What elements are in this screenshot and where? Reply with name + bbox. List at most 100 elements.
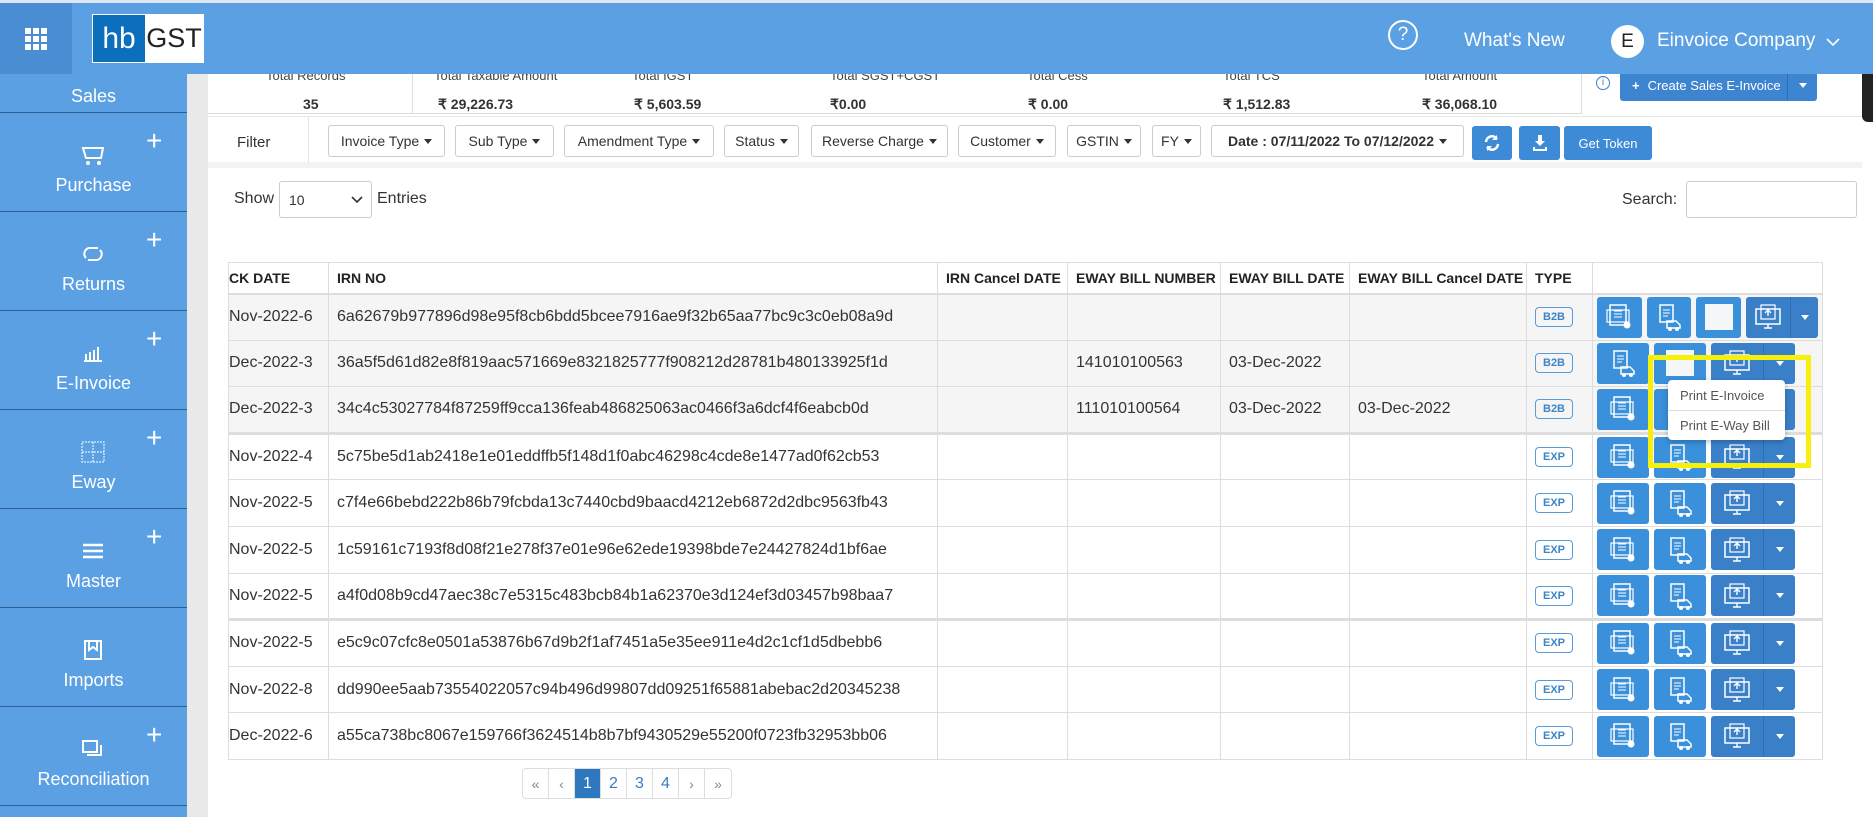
print-button[interactable]: [1711, 529, 1763, 571]
print-dropdown-toggle[interactable]: [1763, 715, 1795, 757]
get-token-button[interactable]: Get Token: [1564, 126, 1652, 160]
page-1-button[interactable]: 1: [575, 769, 601, 798]
next-page-button[interactable]: ›: [679, 769, 705, 798]
print-split-button[interactable]: [1711, 529, 1795, 571]
print-dropdown-toggle[interactable]: [1763, 529, 1795, 571]
table-row[interactable]: 6-Dec-2022 a55ca738bc8067e159766f3624514b…: [228, 712, 1823, 760]
amendment-type-filter[interactable]: Amendment Type: [564, 125, 714, 157]
cancel-invoice-button[interactable]: [1597, 296, 1642, 338]
last-page-button[interactable]: »: [705, 769, 731, 798]
eway-bill-button[interactable]: [1654, 482, 1706, 524]
eway-bill-button[interactable]: [1597, 342, 1649, 384]
whats-new-link[interactable]: What's New: [1464, 30, 1565, 52]
table-row[interactable]: 5-Nov-2022 a4f0d08b9cd47aec38c7e5315c483b…: [228, 572, 1823, 621]
eway-bill-button[interactable]: [1646, 296, 1692, 338]
entries-select[interactable]: 10: [279, 181, 372, 218]
first-page-button[interactable]: «: [523, 769, 549, 798]
print-split-button[interactable]: [1711, 482, 1795, 524]
col-type[interactable]: TYPE: [1526, 262, 1593, 295]
print-split-button[interactable]: [1711, 622, 1795, 664]
download-button[interactable]: [1519, 126, 1560, 160]
info-icon[interactable]: i: [1596, 76, 1610, 90]
print-dropdown-toggle[interactable]: [1763, 436, 1795, 478]
col-irn-no[interactable]: IRN NO: [328, 262, 938, 295]
table-row[interactable]: 5-Nov-2022 1c59161c7193f8d08f21e278f37e01…: [228, 525, 1823, 574]
eway-bill-button[interactable]: [1654, 575, 1706, 617]
sidebar-item-imports[interactable]: Imports: [0, 608, 187, 707]
eway-bill-button[interactable]: [1654, 669, 1706, 711]
table-row[interactable]: 6-Nov-2022 6a62679b977896d98e95f8cb6bdd5b…: [228, 293, 1823, 341]
image-button[interactable]: [1654, 342, 1706, 384]
eway-bill-button[interactable]: [1654, 622, 1706, 664]
chevron-down-icon[interactable]: [1826, 38, 1840, 47]
user-menu[interactable]: Einvoice Company: [1657, 30, 1815, 52]
sidebar-item-sales[interactable]: Sales: [0, 74, 187, 113]
page-4-button[interactable]: 4: [653, 769, 679, 798]
print-dropdown-toggle[interactable]: [1763, 575, 1795, 617]
print-dropdown-toggle[interactable]: [1763, 669, 1795, 711]
cancel-invoice-button[interactable]: [1597, 388, 1649, 430]
cancel-invoice-button[interactable]: [1597, 575, 1649, 617]
print-e-way-bill-item[interactable]: Print E-Way Bill: [1668, 410, 1785, 440]
status-filter[interactable]: Status: [724, 125, 799, 157]
print-button[interactable]: [1711, 575, 1763, 617]
add-reconciliation-icon[interactable]: +: [146, 721, 162, 749]
eway-bill-button[interactable]: [1654, 715, 1706, 757]
apps-grid-icon[interactable]: [0, 3, 72, 74]
add-master-icon[interactable]: +: [146, 523, 162, 551]
sidebar-item-purchase[interactable]: + Purchase: [0, 113, 187, 212]
sub-type-filter[interactable]: Sub Type: [455, 125, 554, 157]
hbgst-logo[interactable]: hb GST: [92, 14, 204, 63]
add-purchase-icon[interactable]: +: [146, 127, 162, 155]
cancel-invoice-button[interactable]: [1597, 622, 1649, 664]
sidebar-item-e-invoice[interactable]: + E-Invoice: [0, 311, 187, 410]
date-range-filter[interactable]: Date : 07/11/2022 To 07/12/2022: [1211, 125, 1464, 157]
add-e-invoice-icon[interactable]: +: [146, 325, 162, 353]
add-returns-icon[interactable]: +: [146, 226, 162, 254]
refresh-button[interactable]: [1472, 126, 1512, 160]
image-button[interactable]: [1696, 296, 1741, 338]
print-split-button[interactable]: [1711, 575, 1795, 617]
col-eway-bill-date[interactable]: EWAY BILL DATE: [1220, 262, 1350, 295]
sidebar-item-master[interactable]: + Master: [0, 509, 187, 608]
reverse-charge-filter[interactable]: Reverse Charge: [811, 125, 948, 157]
sidebar-item-reconciliation[interactable]: + Reconciliation: [0, 707, 187, 806]
cancel-invoice-button[interactable]: [1597, 669, 1649, 711]
cancel-invoice-button[interactable]: [1597, 715, 1649, 757]
add-eway-icon[interactable]: +: [146, 424, 162, 452]
col-ack-date[interactable]: CK DATE: [228, 262, 329, 295]
print-split-button[interactable]: [1711, 342, 1795, 384]
create-sales-e-invoice-button[interactable]: + Create Sales E-Invoice: [1620, 70, 1817, 101]
print-split-button[interactable]: [1745, 296, 1819, 338]
avatar[interactable]: E: [1611, 25, 1644, 58]
prev-page-button[interactable]: ‹: [549, 769, 575, 798]
sidebar-item-eway[interactable]: + Eway: [0, 410, 187, 509]
col-eway-bill-cancel-date[interactable]: EWAY BILL Cancel DATE: [1349, 262, 1527, 295]
eway-bill-button[interactable]: [1654, 436, 1706, 478]
cancel-invoice-button[interactable]: [1597, 482, 1649, 524]
gstin-filter[interactable]: GSTIN: [1067, 125, 1141, 157]
print-button[interactable]: [1711, 436, 1763, 478]
cancel-invoice-button[interactable]: [1597, 436, 1649, 478]
customer-filter[interactable]: Customer: [958, 125, 1056, 157]
help-icon[interactable]: ?: [1388, 20, 1418, 50]
print-button[interactable]: [1711, 482, 1763, 524]
print-dropdown-toggle[interactable]: [1763, 482, 1795, 524]
eway-bill-button[interactable]: [1654, 529, 1706, 571]
sidebar-item-returns[interactable]: + Returns: [0, 212, 187, 311]
print-split-button[interactable]: [1711, 715, 1795, 757]
print-dropdown-toggle[interactable]: [1763, 622, 1795, 664]
fy-filter[interactable]: FY: [1152, 125, 1201, 157]
print-button[interactable]: [1711, 669, 1763, 711]
table-row[interactable]: 4-Nov-2022 5c75be5d1ab2418e1e01eddffb5f14…: [228, 431, 1823, 481]
table-row[interactable]: 5-Nov-2022 c7f4e66bebd222b86b79fcbda13c74…: [228, 479, 1823, 527]
table-row[interactable]: 3-Dec-2022 36a5f5d61d82e8f819aac571669e83…: [228, 339, 1823, 388]
print-button[interactable]: [1745, 296, 1791, 338]
invoice-type-filter[interactable]: Invoice Type: [328, 125, 445, 157]
table-row[interactable]: 5-Nov-2022 e5c9c07cfc8e0501a53876b67d9b2f…: [228, 618, 1823, 667]
print-button[interactable]: [1711, 342, 1763, 384]
col-eway-bill-number[interactable]: EWAY BILL NUMBER: [1067, 262, 1221, 295]
col-irn-cancel-date[interactable]: IRN Cancel DATE: [937, 262, 1068, 295]
print-dropdown-toggle[interactable]: [1763, 342, 1795, 384]
create-dropdown-toggle[interactable]: [1787, 70, 1817, 101]
